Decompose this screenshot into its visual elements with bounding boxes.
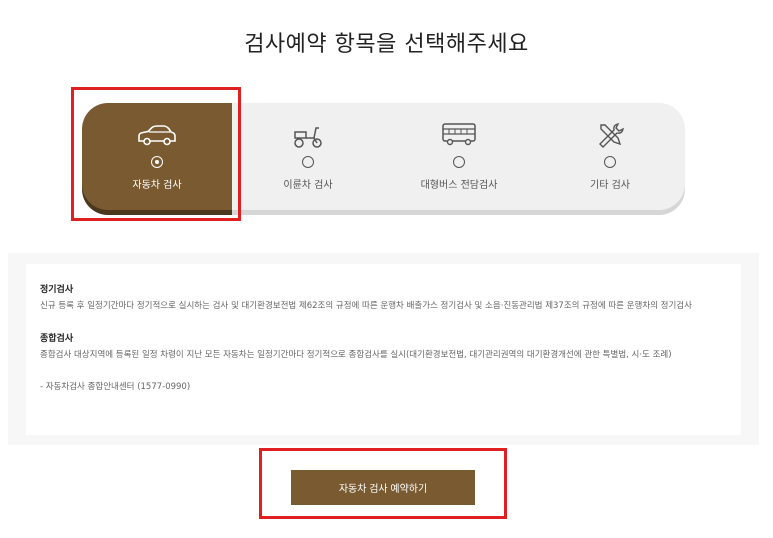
tab-motorcycle-inspection[interactable]: 이륜차 검사	[233, 103, 383, 210]
highlight-box-button	[259, 448, 507, 519]
radio-motorcycle[interactable]	[302, 156, 314, 168]
tab-other-label: 기타 검사	[590, 180, 630, 191]
tab-motorcycle-label: 이륜차 검사	[283, 180, 333, 191]
bus-icon	[442, 123, 476, 146]
section-title-periodic: 정기검사	[40, 285, 74, 295]
section-text-periodic: 신규 등록 후 일정기간마다 정기적으로 실시하는 검사 및 대기환경보전법 제…	[40, 301, 692, 311]
tools-icon	[599, 123, 624, 148]
info-panel: 정기검사 신규 등록 후 일정기간마다 정기적으로 실시하는 검사 및 대기환경…	[8, 253, 759, 445]
tab-other-inspection[interactable]: 기타 검사	[535, 103, 685, 210]
motorcycle-icon	[294, 127, 322, 148]
tab-bus-label: 대형버스 전담검사	[420, 180, 498, 191]
tab-bus-inspection[interactable]: 대형버스 전담검사	[384, 103, 534, 210]
radio-bus[interactable]	[453, 156, 465, 168]
contact-info: - 자동차검사 종합안내센터 (1577-0990)	[40, 382, 191, 392]
section-title-comprehensive: 종합검사	[40, 334, 74, 344]
page-title: 검사예약 항목을 선택해주세요	[244, 32, 529, 57]
info-content: 정기검사 신규 등록 후 일정기간마다 정기적으로 실시하는 검사 및 대기환경…	[26, 264, 741, 435]
section-text-comprehensive: 종합검사 대상지역에 등록된 일정 차령이 지난 모든 자동차는 일정기간마다 …	[40, 350, 672, 360]
highlight-box-tab	[71, 87, 241, 221]
radio-other[interactable]	[604, 156, 616, 168]
